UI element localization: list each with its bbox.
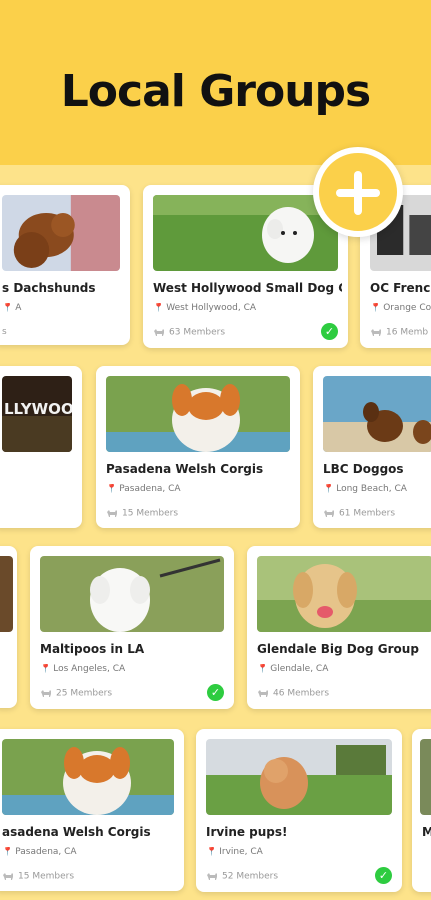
- pin-icon: 📍: [206, 847, 218, 857]
- group-name: Pasadena Welsh Corgis: [106, 462, 264, 476]
- group-name: LBC Doggos: [323, 462, 404, 476]
- group-location-text: Pasadena, CA: [15, 847, 77, 857]
- group-location: 📍 Pasadena, CA: [2, 847, 178, 857]
- group-location-text: Long Beach, CA: [336, 484, 407, 494]
- pin-icon: 📍: [106, 484, 118, 494]
- check-icon: ✓: [321, 323, 338, 340]
- group-members: 25 Members: [40, 688, 204, 699]
- group-location: 📍 Orange Co: [370, 303, 431, 313]
- group-card[interactable]: s Dachshunds 📍 A s: [0, 185, 130, 345]
- group-name: M: [422, 825, 431, 839]
- check-icon: ✓: [375, 867, 392, 884]
- group-card[interactable]: Glendale Big Dog Group 📍 Glendale, CA 46 …: [247, 546, 431, 709]
- members-text: 61 Members: [339, 508, 396, 519]
- members-text: 46 Members: [273, 688, 330, 699]
- group-card[interactable]: Pasadena Welsh Corgis 📍 Pasadena, CA 15 M…: [96, 366, 300, 528]
- group-location: 📍 Long Beach, CA: [323, 484, 431, 494]
- group-photo: [206, 739, 392, 815]
- group-name: s Dachshunds: [2, 281, 96, 295]
- group-members: s: [2, 327, 100, 337]
- group-card[interactable]: LBC Doggos 📍 Long Beach, CA 61 Members: [313, 366, 431, 528]
- group-location-text: West Hollywood, CA: [166, 303, 257, 313]
- group-photo: [323, 376, 431, 452]
- group-photo: [0, 556, 13, 632]
- group-members: 61 Members: [323, 508, 413, 519]
- group-location: 📍 West Hollywood, CA: [153, 303, 342, 313]
- group-location: 📍 Los Angeles, CA: [40, 664, 228, 674]
- group-card[interactable]: [0, 546, 17, 708]
- group-name: OC French: [370, 281, 431, 295]
- group-members: 15 Members: [106, 508, 270, 519]
- group-location: 📍 Pasadena, CA: [106, 484, 294, 494]
- members-text: s: [2, 327, 7, 337]
- pin-icon: 📍: [323, 484, 335, 494]
- group-members: 63 Members: [153, 327, 318, 338]
- group-location-text: Orange Co: [383, 303, 431, 313]
- dog-icon: [207, 873, 217, 880]
- group-photo: [2, 739, 174, 815]
- group-members: 46 Members: [257, 688, 413, 699]
- group-photo: [153, 195, 338, 271]
- group-members: 52 Members: [206, 871, 372, 882]
- members-text: 63 Members: [169, 327, 226, 338]
- members-text: 15 Members: [122, 508, 179, 519]
- group-location-text: Irvine, CA: [219, 847, 263, 857]
- group-location: 📍 A: [2, 303, 124, 313]
- group-name: asadena Welsh Corgis: [2, 825, 151, 839]
- group-location-text: Los Angeles, CA: [53, 664, 126, 674]
- pin-icon: 📍: [153, 303, 165, 313]
- group-location: 📍 Glendale, CA: [257, 664, 431, 674]
- page-title: Local Groups: [60, 66, 372, 117]
- dog-icon: [154, 329, 164, 336]
- dog-icon: [371, 329, 381, 336]
- group-photo: [420, 739, 431, 815]
- group-location-text: A: [15, 303, 22, 313]
- group-card[interactable]: M: [412, 729, 431, 892]
- group-photo: [106, 376, 290, 452]
- check-icon: ✓: [207, 684, 224, 701]
- group-card[interactable]: LLYWOOD: [0, 366, 82, 528]
- group-members: 15 Members: [2, 871, 154, 882]
- group-name: Glendale Big Dog Group: [257, 642, 419, 656]
- pin-icon: 📍: [40, 664, 52, 674]
- group-photo: [2, 195, 120, 271]
- dog-icon: [258, 690, 268, 697]
- pin-icon: 📍: [2, 847, 14, 857]
- group-name: Irvine pups!: [206, 825, 288, 839]
- group-members: 16 Memb: [370, 327, 428, 338]
- pin-icon: 📍: [2, 303, 14, 313]
- group-card[interactable]: Maltipoos in LA 📍 Los Angeles, CA 25 Memb…: [30, 546, 234, 709]
- dog-icon: [324, 510, 334, 517]
- group-photo: [40, 556, 224, 632]
- members-text: 16 Memb: [386, 327, 429, 338]
- add-group-button[interactable]: [313, 147, 403, 237]
- group-name: West Hollywood Small Dog G...: [153, 281, 342, 295]
- group-card[interactable]: asadena Welsh Corgis 📍 Pasadena, CA 15 Me…: [0, 729, 184, 891]
- group-photo: LLYWOOD: [2, 376, 72, 452]
- group-location-text: Pasadena, CA: [119, 484, 181, 494]
- group-photo: [257, 556, 431, 632]
- pin-icon: 📍: [257, 664, 269, 674]
- group-location: 📍 Irvine, CA: [206, 847, 396, 857]
- members-text: 25 Members: [56, 688, 113, 699]
- group-name: Maltipoos in LA: [40, 642, 145, 656]
- members-text: 52 Members: [222, 871, 279, 882]
- dog-icon: [41, 690, 51, 697]
- members-text: 15 Members: [18, 871, 75, 882]
- group-location-text: Glendale, CA: [270, 664, 329, 674]
- dog-icon: [3, 873, 13, 880]
- dog-icon: [107, 510, 117, 517]
- pin-icon: 📍: [370, 303, 382, 313]
- group-card[interactable]: Irvine pups! 📍 Irvine, CA 52 Members ✓: [196, 729, 402, 892]
- photo-text: LLYWOOD: [4, 400, 72, 418]
